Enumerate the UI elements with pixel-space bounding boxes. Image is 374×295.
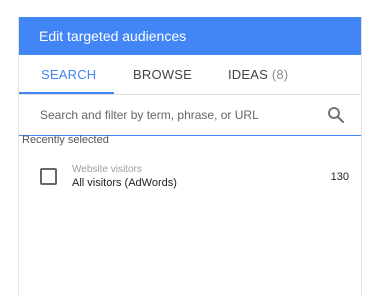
search-bar xyxy=(19,95,361,136)
tab-ideas-label: IDEAS xyxy=(228,67,269,82)
tab-browse-label: BROWSE xyxy=(133,67,192,82)
search-icon[interactable] xyxy=(327,106,345,124)
audience-category: Website visitors xyxy=(72,164,142,175)
audience-name: All visitors (AdWords) xyxy=(72,177,177,189)
audience-list-item[interactable]: Website visitors All visitors (AdWords) … xyxy=(18,160,360,200)
panel-header: Edit targeted audiences xyxy=(19,17,361,55)
active-tab-indicator xyxy=(19,92,114,94)
tab-ideas-count: (8) xyxy=(271,67,289,82)
edit-audiences-panel: Edit targeted audiences SEARCH BROWSE ID… xyxy=(18,17,362,295)
tab-bar: SEARCH BROWSE IDEAS (8) xyxy=(19,55,361,95)
tab-search-label: SEARCH xyxy=(41,67,97,82)
panel-title: Edit targeted audiences xyxy=(39,28,187,44)
tab-ideas[interactable]: IDEAS (8) xyxy=(228,55,288,94)
recently-selected-label: Recently selected xyxy=(22,134,109,146)
audience-checkbox[interactable] xyxy=(40,168,57,185)
audience-size: 130 xyxy=(330,171,349,183)
tab-search[interactable]: SEARCH xyxy=(41,55,96,94)
tab-browse[interactable]: BROWSE xyxy=(133,55,192,94)
search-input[interactable] xyxy=(40,95,320,135)
